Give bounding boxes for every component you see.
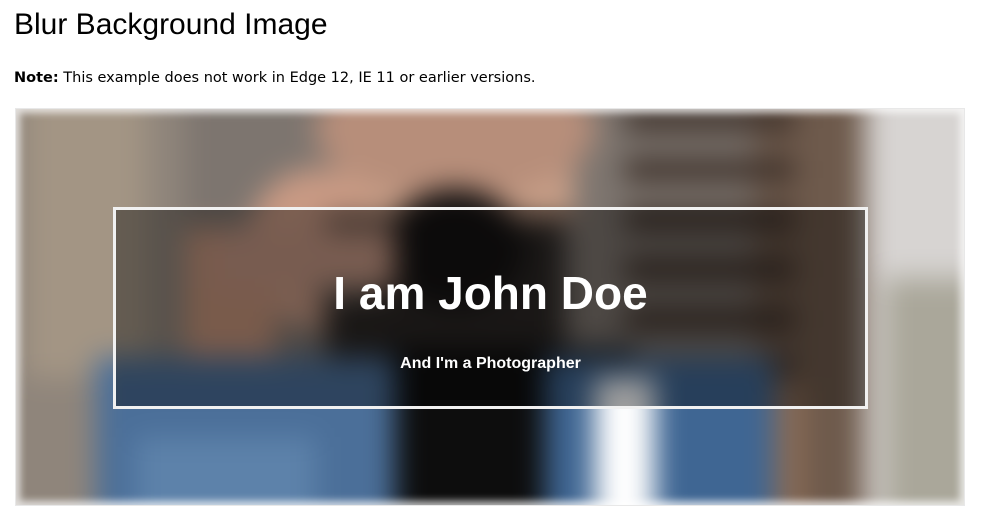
hero-title: I am John Doe [333,267,648,319]
hero-image: I am John Doe And I'm a Photographer [15,108,965,506]
page-title: Blur Background Image [14,8,328,41]
hero-text-frame: I am John Doe And I'm a Photographer [113,207,868,409]
page-root: Blur Background Image Note: This example… [0,0,982,514]
note-text: This example does not work in Edge 12, I… [58,70,536,86]
hero-subtitle: And I'm a Photographer [400,355,581,372]
note-label: Note: [14,70,59,86]
note-paragraph: Note: This example does not work in Edge… [14,68,536,88]
